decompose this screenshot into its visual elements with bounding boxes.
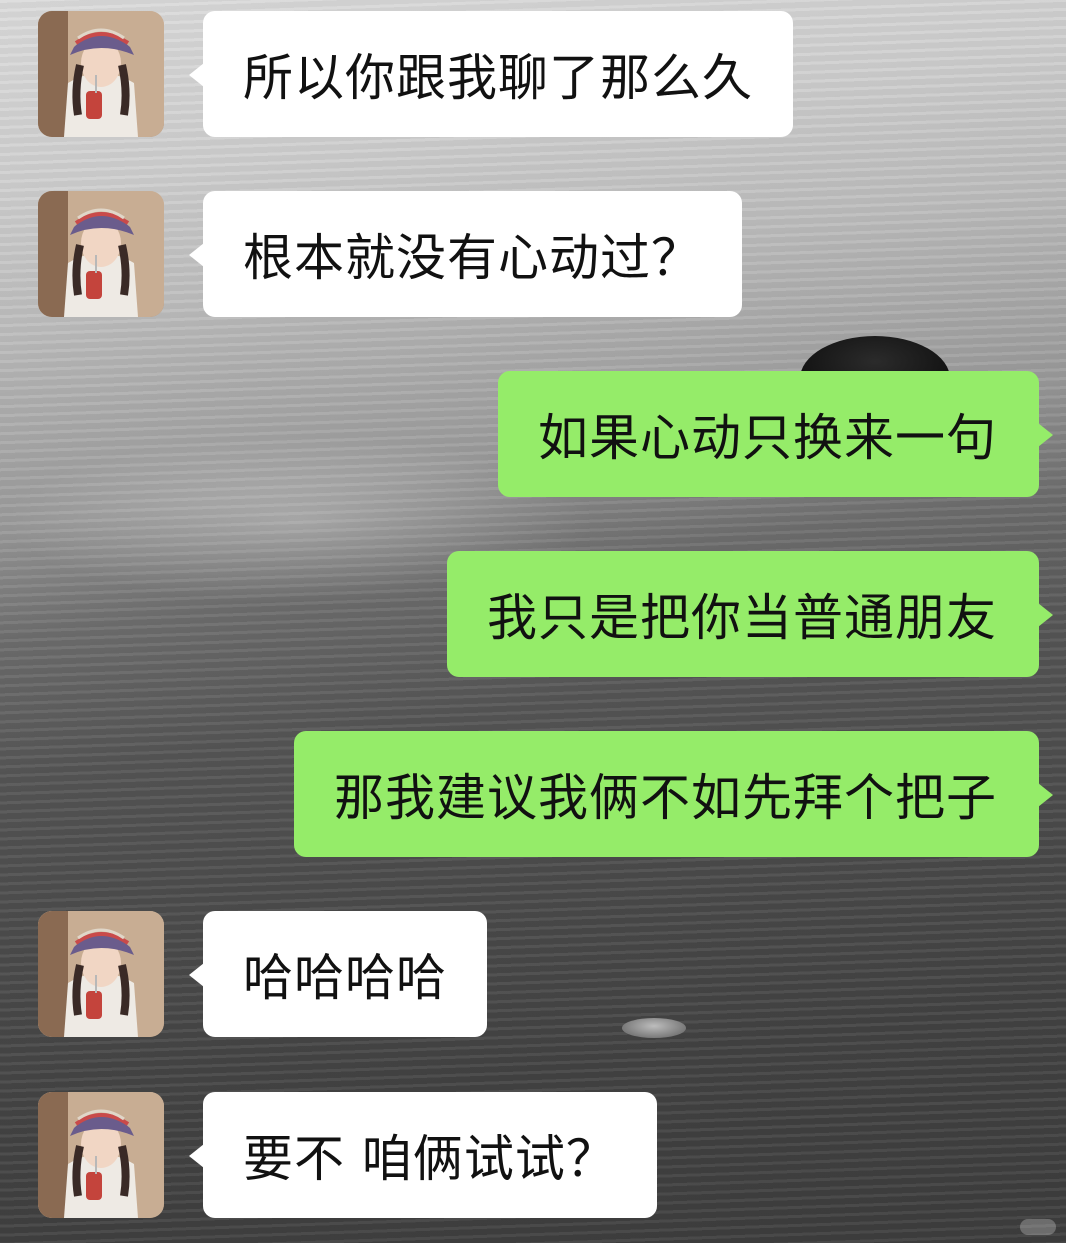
incoming-message-bubble[interactable]: 哈哈哈哈	[189, 911, 487, 1037]
avatar-icon[interactable]	[38, 911, 164, 1037]
outgoing-message-bubble[interactable]: 如果心动只换来一句	[498, 371, 1053, 497]
bubble-tail	[189, 963, 204, 987]
bubble-tail	[189, 243, 204, 267]
bubble-tail	[1038, 423, 1053, 447]
incoming-message-bubble[interactable]: 所以你跟我聊了那么久	[189, 11, 793, 137]
bubble-tail	[1038, 783, 1053, 807]
message-text: 那我建议我俩不如先拜个把子	[334, 769, 997, 827]
avatar-icon[interactable]	[38, 11, 164, 137]
outgoing-message-bubble[interactable]: 我只是把你当普通朋友	[447, 551, 1053, 677]
message-text: 根本就没有心动过？	[243, 229, 702, 287]
message-text: 哈哈哈哈	[243, 949, 447, 1007]
background-pebble	[622, 1018, 686, 1038]
message-text: 如果心动只换来一句	[538, 409, 997, 467]
bubble-tail	[189, 1144, 204, 1168]
message-text: 我只是把你当普通朋友	[487, 589, 997, 647]
incoming-message-bubble[interactable]: 根本就没有心动过？	[189, 191, 742, 317]
message-text: 所以你跟我聊了那么久	[243, 49, 753, 107]
outgoing-message-bubble[interactable]: 那我建议我俩不如先拜个把子	[294, 731, 1053, 857]
message-text: 要不 咱俩试试？	[243, 1130, 617, 1188]
bubble-tail	[1038, 603, 1053, 627]
incoming-message-bubble[interactable]: 要不 咱俩试试？	[189, 1092, 657, 1218]
watermark-icon	[1020, 1219, 1056, 1235]
avatar-icon[interactable]	[38, 1092, 164, 1218]
avatar-icon[interactable]	[38, 191, 164, 317]
bubble-tail	[189, 63, 204, 87]
